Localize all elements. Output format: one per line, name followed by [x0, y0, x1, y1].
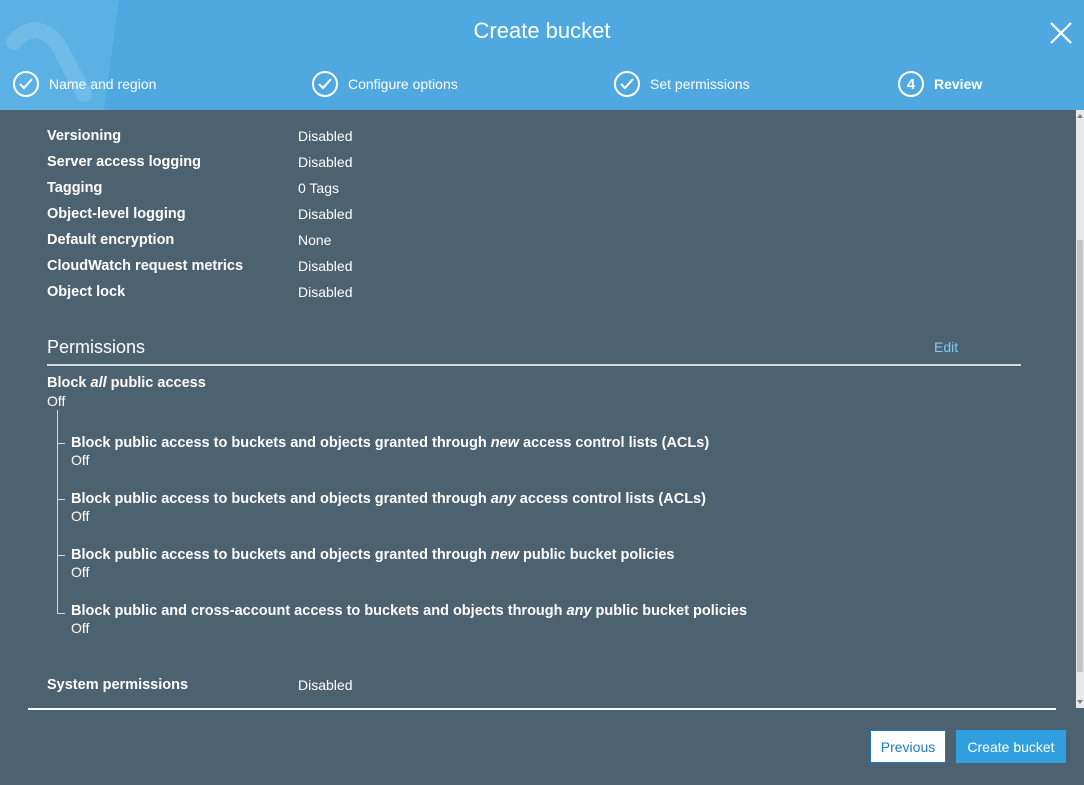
option-key: Default encryption	[47, 232, 175, 248]
text-emphasis: new	[490, 435, 519, 451]
text-segment: public bucket policies	[591, 603, 748, 619]
check-icon	[614, 71, 640, 97]
content-scrollbar[interactable]	[1076, 110, 1084, 708]
option-row: Tagging 0 Tags	[47, 180, 747, 200]
text-emphasis: any	[490, 491, 516, 507]
permission-setting-title: Block public access to buckets and objec…	[71, 547, 675, 563]
option-row: Server access logging Disabled	[47, 154, 747, 174]
option-key: Tagging	[47, 180, 103, 196]
option-row: Versioning Disabled	[47, 128, 747, 148]
step-configure-options[interactable]: Configure options	[312, 70, 458, 98]
step-name-and-region[interactable]: Name and region	[13, 70, 156, 98]
permission-setting-value: Off	[71, 620, 90, 636]
permission-setting: Block public and cross-account access to…	[71, 603, 747, 636]
option-row: Object-level logging Disabled	[47, 206, 747, 226]
scroll-down-arrow-icon[interactable]	[1076, 698, 1084, 706]
block-all-title: Block all public access	[47, 375, 206, 391]
option-row: Default encryption None	[47, 232, 747, 252]
option-value: None	[298, 232, 332, 248]
tree-branch	[58, 555, 65, 556]
option-value: 0 Tags	[298, 180, 339, 196]
tree-connector	[57, 410, 58, 614]
step-label: Set permissions	[650, 76, 750, 92]
text-emphasis: all	[90, 375, 107, 391]
text-segment: access control lists (ACLs)	[518, 435, 710, 451]
wizard-header: Create bucket Name and region Configure …	[0, 0, 1084, 110]
option-key: Object lock	[47, 284, 126, 300]
previous-button[interactable]: Previous	[870, 730, 946, 763]
step-set-permissions[interactable]: Set permissions	[614, 70, 750, 98]
option-value: Disabled	[298, 258, 353, 274]
option-row: CloudWatch request metrics Disabled	[47, 258, 747, 278]
step-label: Name and region	[49, 76, 157, 92]
step-number: 4	[906, 75, 916, 93]
step-label: Configure options	[348, 76, 458, 92]
check-icon	[13, 71, 39, 97]
check-icon	[312, 71, 338, 97]
dialog-title: Create bucket	[473, 18, 611, 43]
option-key: CloudWatch request metrics	[47, 258, 244, 274]
text-segment: access control lists (ACLs)	[515, 491, 706, 507]
permission-setting-value: Off	[71, 452, 90, 468]
text-segment: Block public and cross-account access to…	[71, 603, 567, 619]
step-review[interactable]: 4 Review	[898, 70, 982, 98]
tree-branch	[58, 499, 65, 500]
text-segment: Block public access to buckets and objec…	[71, 547, 491, 563]
scroll-up-arrow-icon[interactable]	[1076, 112, 1084, 120]
option-key: Object-level logging	[47, 206, 186, 222]
review-content: Versioning Disabled Server access loggin…	[0, 110, 1076, 708]
step-label: Review	[934, 76, 983, 92]
option-key: System permissions	[47, 677, 189, 693]
option-value: Disabled	[298, 284, 353, 300]
step-number-badge: 4	[898, 71, 924, 97]
text-segment: Block	[47, 375, 91, 391]
text-emphasis: new	[490, 547, 519, 563]
create-bucket-button[interactable]: Create bucket	[956, 730, 1066, 763]
permission-setting-title: Block public access to buckets and objec…	[71, 491, 706, 507]
option-value: Disabled	[298, 154, 353, 170]
option-row: Object lock Disabled	[47, 284, 747, 304]
option-value: Disabled	[298, 128, 353, 144]
option-key: Server access logging	[47, 154, 201, 170]
option-key: Versioning	[47, 128, 122, 144]
scrollbar-thumb[interactable]	[1077, 240, 1083, 672]
option-value: Disabled	[298, 206, 353, 222]
permission-setting-value: Off	[71, 564, 90, 580]
permission-setting: Block public access to buckets and objec…	[71, 547, 675, 580]
tree-branch	[58, 613, 65, 614]
section-divider	[47, 364, 1021, 366]
permission-setting: Block public access to buckets and objec…	[71, 435, 709, 468]
block-all-value: Off	[47, 393, 66, 409]
permission-setting-value: Off	[71, 508, 90, 524]
permissions-heading: Permissions	[47, 337, 146, 357]
option-value: Disabled	[298, 677, 353, 693]
text-segment: public access	[106, 375, 206, 391]
tree-branch	[58, 443, 65, 444]
text-emphasis: any	[566, 603, 592, 619]
permission-setting: Block public access to buckets and objec…	[71, 491, 706, 524]
close-icon[interactable]	[1048, 20, 1074, 46]
permission-setting-title: Block public access to buckets and objec…	[71, 435, 709, 451]
footer-divider	[28, 708, 1056, 710]
edit-permissions-link[interactable]: Edit	[934, 339, 958, 355]
text-segment: Block public access to buckets and objec…	[71, 491, 491, 507]
text-segment: Block public access to buckets and objec…	[71, 435, 491, 451]
permission-setting-title: Block public and cross-account access to…	[71, 603, 747, 619]
text-segment: public bucket policies	[518, 547, 675, 563]
